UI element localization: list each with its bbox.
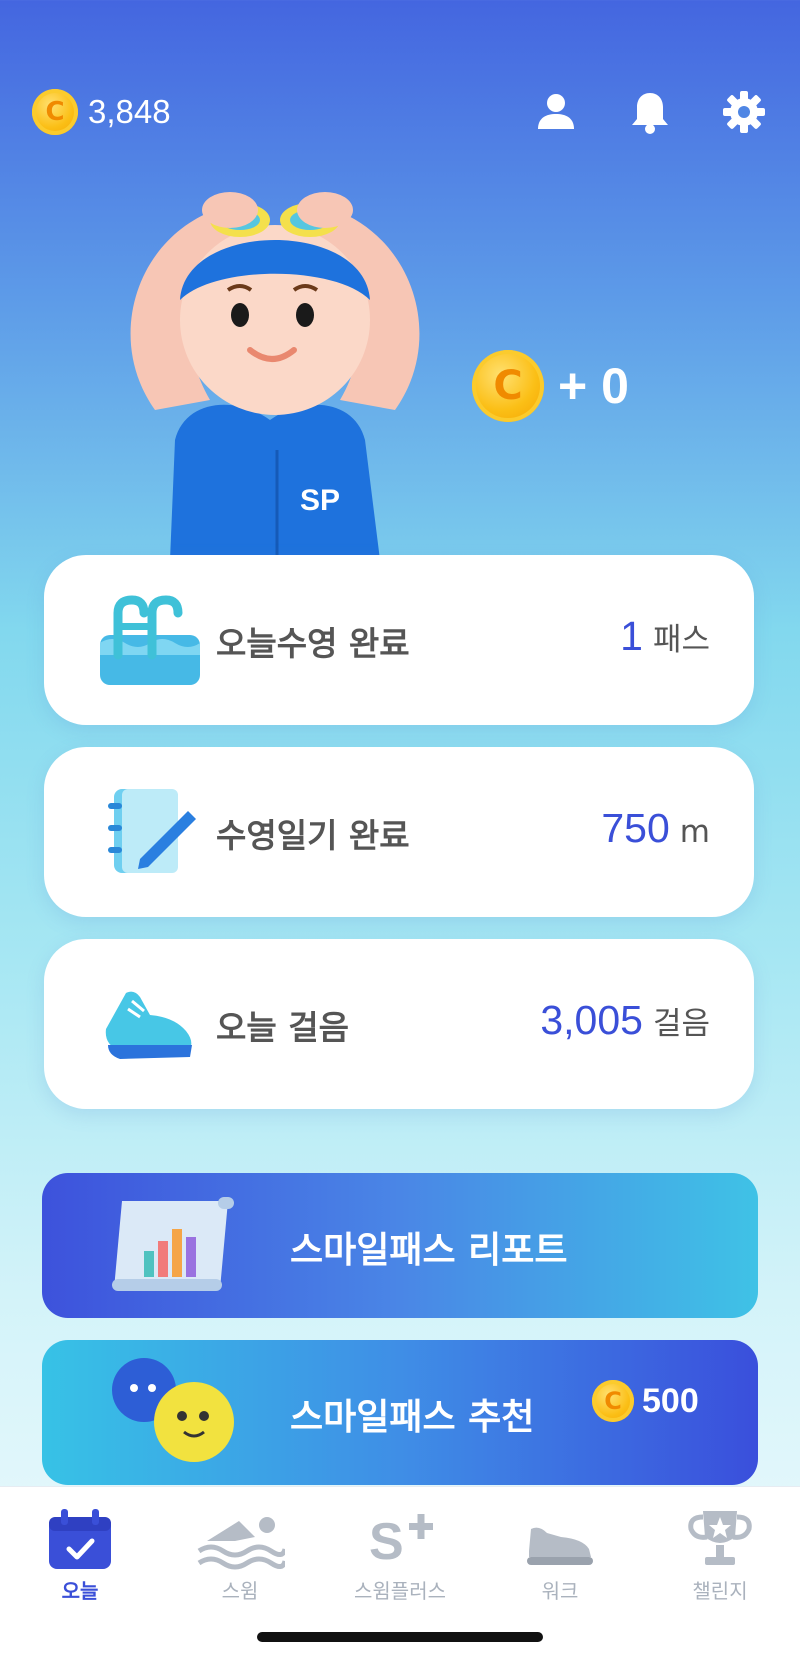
banner-title: 스마일패스 리포트 xyxy=(290,1230,568,1271)
sneaker-icon xyxy=(105,991,192,1059)
tab-swim[interactable]: 스윔 xyxy=(170,1507,310,1607)
recommend-banner[interactable]: 스마일패스 추천 C 500 xyxy=(42,1340,758,1485)
trophy-icon xyxy=(688,1511,752,1565)
tab-label: 워크 xyxy=(541,1579,579,1603)
tab-label: 스윔 xyxy=(221,1579,259,1603)
recommend-reward: C 500 xyxy=(592,1380,699,1422)
top-bar: C 3,848 xyxy=(0,85,800,145)
report-chart-icon xyxy=(112,1197,234,1291)
stat-label: 오늘 걸음 xyxy=(216,1008,349,1047)
coin-balance[interactable]: C 3,848 xyxy=(32,89,171,135)
home-indicator xyxy=(257,1632,543,1642)
stat-value: 750 m xyxy=(601,805,710,852)
coin-icon: C xyxy=(592,1380,634,1422)
stat-unit: m xyxy=(679,814,710,850)
avatar-area: SP C + 0 xyxy=(0,180,800,560)
swimmer-icon xyxy=(197,1517,285,1570)
calendar-check-icon xyxy=(49,1509,111,1569)
stat-number: 1 xyxy=(620,613,643,659)
tab-label: 스윔플러스 xyxy=(354,1579,446,1603)
stat-card-diary[interactable]: 수영일기 완료 750 m xyxy=(44,747,754,917)
banner-title: 스마일패스 추천 xyxy=(290,1397,535,1438)
stat-unit: 패스 xyxy=(652,622,710,658)
coin-icon: C xyxy=(32,89,78,135)
shoe-icon xyxy=(527,1527,593,1565)
stat-label: 수영일기 완료 xyxy=(216,816,410,855)
swimmer-character-illustration: SP xyxy=(130,192,420,560)
tab-challenge[interactable]: 챌린지 xyxy=(650,1507,790,1607)
s-plus-icon: S xyxy=(369,1513,433,1571)
stat-label: 오늘수영 완료 xyxy=(216,624,410,663)
gear-icon[interactable] xyxy=(721,89,767,135)
notebook-pen-icon xyxy=(108,789,196,873)
coin-balance-value: 3,848 xyxy=(88,93,171,130)
tab-today[interactable]: 오늘 xyxy=(10,1507,150,1607)
stat-unit: 걸음 xyxy=(652,1006,710,1042)
stat-value: 3,005 걸음 xyxy=(540,997,710,1044)
tab-walk[interactable]: 워크 xyxy=(490,1507,630,1607)
pool-ladder-icon xyxy=(100,595,200,685)
stat-number: 750 xyxy=(601,805,670,851)
report-banner[interactable]: 스마일패스 리포트 xyxy=(42,1173,758,1318)
tab-label: 챌린지 xyxy=(692,1579,748,1603)
stat-value: 1 패스 xyxy=(620,613,710,660)
person-icon[interactable] xyxy=(533,89,579,135)
coin-icon: C xyxy=(472,350,544,422)
reward-amount: + 0 xyxy=(558,358,629,414)
smile-balls-icon xyxy=(112,1358,234,1462)
reward-amount: 500 xyxy=(642,1381,699,1420)
stat-number: 3,005 xyxy=(540,997,643,1043)
bell-icon[interactable] xyxy=(627,89,673,135)
reward-indicator: C + 0 xyxy=(472,350,629,422)
svg-text:SP: SP xyxy=(300,484,340,517)
stat-card-swim[interactable]: 오늘수영 완료 1 패스 xyxy=(44,555,754,725)
svg-text:S: S xyxy=(369,1513,404,1571)
stat-card-steps[interactable]: 오늘 걸음 3,005 걸음 xyxy=(44,939,754,1109)
tab-swim-plus[interactable]: S 스윔플러스 xyxy=(330,1507,470,1607)
tab-label: 오늘 xyxy=(61,1579,99,1603)
